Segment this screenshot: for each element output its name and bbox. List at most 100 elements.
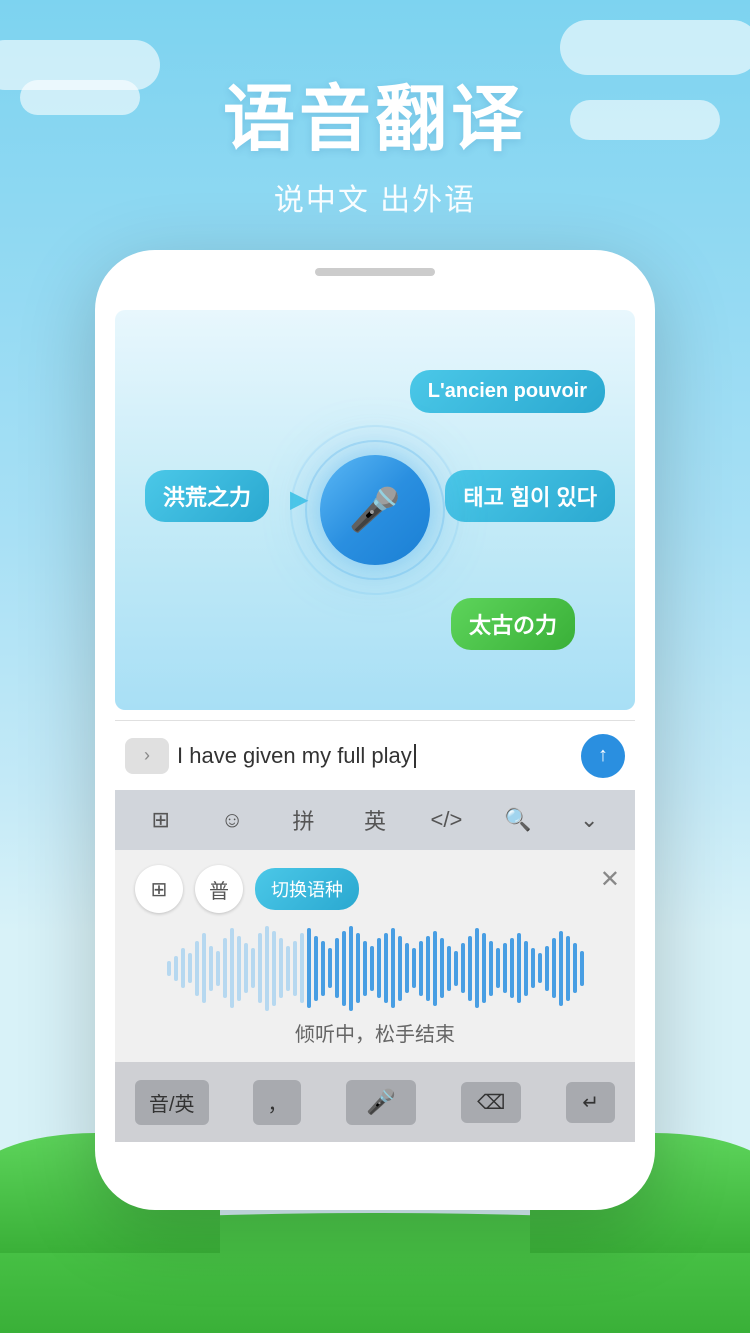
wave-bar	[265, 926, 269, 1011]
wave-bar	[482, 933, 486, 1003]
bubble-korean: 태고 힘이 있다	[445, 470, 615, 522]
wave-bar	[377, 938, 381, 998]
phone-mockup: L'ancien pouvoir 洪荒之力 ▶ 🎤 ▶ 태고 힘이 있다 太古の…	[95, 250, 655, 1210]
toolbar-english-btn[interactable]: 英	[350, 798, 400, 842]
wave-bar	[510, 938, 514, 998]
wave-bar	[475, 928, 479, 1008]
voice-panel: ✕ ⊞ 普 切换语种 倾听中，松手结束	[115, 850, 635, 1062]
wave-bar	[552, 938, 556, 998]
translation-area: L'ancien pouvoir 洪荒之力 ▶ 🎤 ▶ 태고 힘이 있다 太古の…	[115, 310, 635, 710]
bubble-french: L'ancien pouvoir	[410, 370, 605, 413]
wave-bar	[300, 933, 304, 1003]
wave-bar	[356, 933, 360, 1003]
voice-panel-controls: ⊞ 普 切换语种	[135, 865, 615, 913]
keyboard-enter-key[interactable]: ↵	[566, 1082, 615, 1123]
wave-bar	[531, 948, 535, 988]
wave-bar	[349, 926, 353, 1011]
wave-bar	[384, 933, 388, 1003]
wave-bar	[517, 933, 521, 1003]
wave-bar	[419, 941, 423, 996]
keyboard-comma-key[interactable]: ，	[253, 1080, 301, 1125]
wave-bar	[489, 941, 493, 996]
wave-bar	[524, 941, 528, 996]
wave-bar	[405, 943, 409, 993]
toolbar-pinyin-btn[interactable]: 拼	[279, 798, 329, 842]
phone-screen: L'ancien pouvoir 洪荒之力 ▶ 🎤 ▶ 태고 힘이 있다 太古の…	[115, 300, 635, 1210]
toolbar-expand-icon[interactable]: ⌄	[564, 798, 614, 842]
wave-bar	[433, 931, 437, 1006]
toolbar-code-icon[interactable]: </>	[421, 798, 471, 842]
wave-bar	[580, 951, 584, 986]
close-button[interactable]: ✕	[600, 865, 620, 894]
wave-bar	[468, 936, 472, 1001]
wave-bar	[391, 928, 395, 1008]
wave-bar	[426, 936, 430, 1001]
bubble-japanese: 太古の力	[451, 598, 575, 650]
wave-bar	[370, 946, 374, 991]
wave-bar	[496, 948, 500, 988]
title-area: 语音翻译 说中文 出外语	[0, 60, 750, 219]
keyboard-mic-key[interactable]: 🎤	[346, 1080, 416, 1125]
voice-switch-language-button[interactable]: 切换语种	[255, 868, 359, 910]
wave-bar	[412, 948, 416, 988]
wave-bar	[461, 943, 465, 993]
wave-bar	[209, 946, 213, 991]
wave-bar	[237, 936, 241, 1001]
wave-bar	[216, 951, 220, 986]
bubble-chinese: 洪荒之力	[145, 470, 269, 522]
input-area: › I have given my full play ↑	[115, 720, 635, 790]
wave-bar	[251, 948, 255, 988]
wave-bar	[454, 951, 458, 986]
wave-bar	[167, 961, 171, 976]
keyboard-delete-key[interactable]: ⌫	[461, 1082, 521, 1123]
wave-bar	[272, 931, 276, 1006]
wave-bar	[573, 943, 577, 993]
audio-waveform	[135, 928, 615, 1008]
wave-bar	[447, 946, 451, 991]
wave-bar	[538, 953, 542, 983]
main-title: 语音翻译	[0, 60, 750, 165]
wave-bar	[195, 941, 199, 996]
wave-bar	[503, 943, 507, 993]
phone-notch	[315, 268, 435, 276]
wave-bar	[363, 941, 367, 996]
wave-bar	[230, 928, 234, 1008]
wave-bar	[307, 928, 311, 1008]
wave-bar	[244, 943, 248, 993]
wave-bar	[321, 941, 325, 996]
wave-bar	[328, 948, 332, 988]
wave-bar	[335, 938, 339, 998]
microphone-icon: 🎤	[349, 486, 401, 535]
mic-button[interactable]: 🎤	[320, 455, 430, 565]
wave-bar	[258, 933, 262, 1003]
wave-bar	[188, 953, 192, 983]
text-cursor	[414, 744, 416, 768]
wave-bar	[566, 936, 570, 1001]
voice-grid-button[interactable]: ⊞	[135, 865, 183, 913]
bottom-keyboard: 音/英 ， 🎤 ⌫ ↵	[115, 1062, 635, 1142]
wave-bar	[181, 948, 185, 988]
wave-bar	[279, 938, 283, 998]
voice-pu-button[interactable]: 普	[195, 865, 243, 913]
voice-hint-text: 倾听中，松手结束	[135, 1018, 615, 1047]
input-text-content: I have given my full play	[177, 743, 412, 769]
wave-bar	[398, 936, 402, 1001]
toolbar-search-icon[interactable]: 🔍	[493, 798, 543, 842]
sub-title: 说中文 出外语	[0, 175, 750, 219]
wave-bar	[545, 946, 549, 991]
wave-bar	[559, 931, 563, 1006]
toolbar-emoji-icon[interactable]: ☺	[207, 798, 257, 842]
wave-bar	[174, 956, 178, 981]
wave-bar	[202, 933, 206, 1003]
wave-bar	[342, 931, 346, 1006]
send-button[interactable]: ↑	[581, 734, 625, 778]
wave-bar	[293, 941, 297, 996]
text-input-field[interactable]: I have given my full play	[177, 743, 573, 769]
wave-bar	[314, 936, 318, 1001]
wave-bar	[223, 938, 227, 998]
wave-bar	[440, 938, 444, 998]
toolbar-grid-icon[interactable]: ⊞	[136, 798, 186, 842]
input-arrow-button[interactable]: ›	[125, 738, 169, 774]
keyboard-audio-english-key[interactable]: 音/英	[135, 1080, 209, 1125]
keyboard-toolbar: ⊞ ☺ 拼 英 </> 🔍 ⌄	[115, 790, 635, 850]
